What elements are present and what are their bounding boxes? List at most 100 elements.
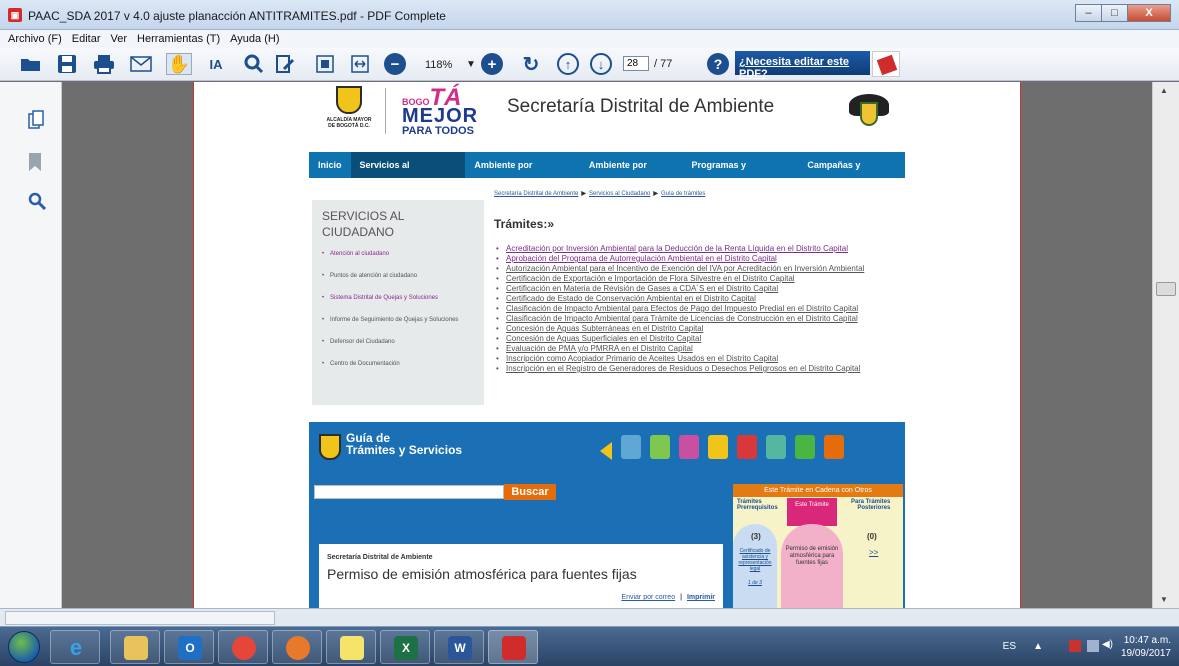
tramite-link[interactable]: Inscripción como Acopiador Primario de A… [494,354,909,364]
page-number-input[interactable]: 28 [623,56,649,71]
scroll-up-icon[interactable]: ▲ [1160,86,1168,95]
breadcrumb-item[interactable]: Servicios al Ciudadano [589,191,650,197]
hand-tool-icon[interactable]: ✋ [166,53,192,75]
zoom-out-icon[interactable]: − [384,53,406,75]
scroll-down-icon[interactable]: ▼ [1160,595,1168,604]
tramite-link[interactable]: Clasificación de Impacto Ambiental para … [494,304,909,314]
prerequisite-pager[interactable]: 1 de 3 [733,580,777,586]
services-menu-item[interactable]: Informe de Seguimiento de Quejas y Soluc… [322,316,477,324]
tramite-link[interactable]: Clasificación de Impacto Ambiental para … [494,314,909,324]
zoom-dropdown-icon[interactable]: ▼ [465,53,477,75]
pages-icon[interactable] [28,110,44,135]
tramite-link[interactable]: Inscripción en el Registro de Generadore… [494,364,909,374]
tramite-link[interactable]: Aprobación del Programa de Autorregulaci… [494,254,909,264]
nav-campanas[interactable]: Campañas y Eventos [798,152,905,196]
document-view[interactable]: ALCALDÍA MAYOR DE BOGOTÁ D.C. BOGOTÁ MEJ… [62,82,1152,608]
help-icon[interactable]: ? [707,53,729,75]
nav-inicio[interactable]: Inicio [309,152,351,178]
breadcrumb-item[interactable]: Secretaría Distrital de Ambiente [494,191,578,197]
services-menu-item[interactable]: Centro de Documentación [322,360,477,368]
menu-editar[interactable]: Editar [72,30,101,48]
minimize-button[interactable]: – [1075,4,1102,22]
menu-ver[interactable]: Ver [111,30,128,48]
buscar-button[interactable]: Buscar [504,484,556,500]
nav-ambiente-recursos[interactable]: Ambiente por recursos [465,152,579,196]
box-icon[interactable] [679,435,699,459]
tramite-link[interactable]: Certificado de Estado de Conservación Am… [494,294,909,304]
map-icon[interactable] [650,435,670,459]
vertical-scrollbar[interactable]: ▲ ▼ [1152,82,1179,608]
services-menu-item[interactable]: Sistema Distrital de Quejas y Soluciones [322,294,477,302]
edit-pdf-banner[interactable]: ¿Necesita editar este PDF? [735,51,870,80]
menu-archivo[interactable]: Archivo (F) [8,30,62,48]
zoom-tool-icon[interactable] [243,53,265,75]
services-menu-item[interactable]: Puntos de atención al ciudadano [322,272,477,280]
tramite-link[interactable]: Acreditación por Inversión Ambiental par… [494,244,909,254]
bus-icon[interactable] [737,435,757,459]
menu-herramientas[interactable]: Herramientas (T) [137,30,220,48]
email-icon[interactable] [130,53,152,75]
fit-page-icon[interactable] [314,53,336,75]
taskbar-pdf-complete[interactable] [488,630,538,664]
save-icon[interactable] [56,53,78,75]
menu-ayuda[interactable]: Ayuda (H) [230,30,279,48]
taskbar-outlook[interactable]: O [164,630,214,664]
tramite-link[interactable]: Concesión de Aguas Superficiales en el D… [494,334,909,344]
taskbar-ie[interactable]: e [50,630,100,664]
taskbar-explorer[interactable] [110,630,160,664]
clock[interactable]: 10:47 a.m. 19/09/2017 [1111,634,1171,660]
guide-back-arrow-icon[interactable] [600,442,612,460]
mejor-text: MEJOR [402,105,479,127]
taskbar-chrome[interactable] [218,630,268,664]
tramite-link[interactable]: Autorización Ambiental para el Incentivo… [494,264,909,274]
tramite-link[interactable]: Concesión de Aguas Subterráneas en el Di… [494,324,909,334]
edit-pdf-banner-icon[interactable] [872,51,900,77]
page-down-icon[interactable]: ↓ [590,53,612,75]
zoom-in-icon[interactable]: + [481,53,503,75]
tramite-link[interactable]: Certificación de Exportación e Importaci… [494,274,909,284]
people-icon[interactable] [621,435,641,459]
prerequisite-link[interactable]: Certificado de asistencia y representaci… [733,548,777,572]
tools-icon[interactable] [766,435,786,459]
services-menu-item[interactable]: Defensor del Ciudadano [322,338,477,346]
open-folder-icon[interactable] [20,53,42,75]
taskbar-sticky-notes[interactable] [326,630,376,664]
action-center-icon[interactable] [1087,640,1099,652]
network-icon[interactable] [1069,640,1081,652]
rotate-icon[interactable]: ↻ [520,53,542,76]
scroll-thumb[interactable] [1156,282,1176,296]
taskbar-word[interactable]: W [434,630,484,664]
start-button[interactable] [8,631,40,663]
col-este: Este Trámite [787,498,837,526]
text-select-icon[interactable]: IA [205,53,227,75]
sun-icon[interactable] [708,435,728,459]
computer-icon[interactable] [795,435,815,459]
nav-servicios[interactable]: Servicios al Ciudadano [350,152,466,196]
fit-width-icon[interactable] [349,53,371,75]
more-link[interactable]: >> [869,548,878,557]
maximize-button[interactable]: □ [1101,4,1128,22]
print-icon[interactable] [93,53,115,75]
home-icon[interactable] [824,435,844,459]
annotate-icon[interactable] [274,53,296,75]
tramite-link[interactable]: Evaluación de PMA y/o PMRRA en el Distri… [494,344,909,354]
nav-ambiente-temas[interactable]: Ambiente por temas [580,152,683,196]
zoom-level[interactable]: 118% [425,59,452,71]
tray-expand-icon[interactable]: ▲ [1033,641,1043,652]
taskbar-firefox[interactable] [272,630,322,664]
page-total: / 77 [654,58,673,70]
nav-programas[interactable]: Programas y proyectos [683,152,799,196]
bookmark-icon[interactable] [28,152,42,177]
breadcrumb-item[interactable]: Guía de trámites [661,191,705,197]
chrome-icon [232,636,256,660]
email-link[interactable]: Enviar por correo [621,594,675,601]
close-button[interactable]: X [1127,4,1171,22]
services-menu-item[interactable]: Atención al ciudadano [322,250,477,258]
search-icon[interactable] [28,192,47,215]
taskbar-excel[interactable]: X [380,630,430,664]
page-up-icon[interactable]: ↑ [557,53,579,75]
print-link[interactable]: Imprimir [687,594,715,601]
tramite-link[interactable]: Certificación en Materia de Revisión de … [494,284,909,294]
guide-search-input[interactable] [314,485,504,499]
language-indicator[interactable]: ES [1003,641,1016,652]
